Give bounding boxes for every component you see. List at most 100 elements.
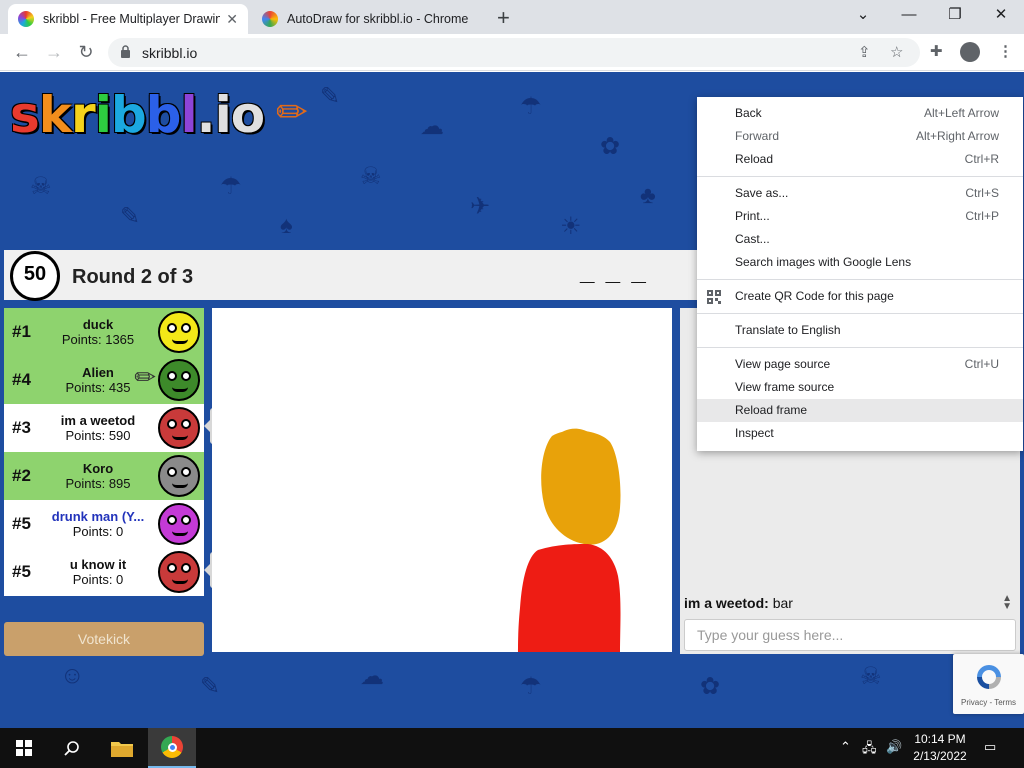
player-points: Points: 590: [65, 428, 131, 443]
doodle-icon: ☁: [360, 663, 384, 690]
logo-pencil-icon: ✏: [276, 92, 308, 134]
doodle-icon: ☂: [220, 173, 242, 200]
recaptcha-icon: [977, 665, 1001, 689]
menu-item-label: Create QR Code for this page: [735, 289, 894, 303]
menu-item-inspect[interactable]: Inspect: [697, 422, 1023, 445]
lock-icon: [121, 45, 130, 58]
reload-icon[interactable]: ↻: [74, 40, 98, 64]
doodle-icon: ☠: [360, 163, 382, 190]
search-icon: [64, 741, 79, 756]
menu-item-view-frame-source[interactable]: View frame source: [697, 376, 1023, 399]
doodle-icon: ☠: [30, 173, 52, 200]
restore-button[interactable]: ❐: [932, 3, 978, 27]
back-arrow-icon[interactable]: ←: [10, 40, 34, 64]
logo-letter: r: [71, 86, 96, 144]
player-list: #1 duck Points: 1365 #4 Alien Points: 43…: [4, 308, 204, 596]
share-icon[interactable]: ⇪: [858, 43, 871, 61]
notifications-icon[interactable]: ▭: [984, 739, 996, 755]
menu-item-translate[interactable]: Translate to English: [697, 319, 1023, 342]
bookmark-star-icon[interactable]: ☆: [890, 43, 903, 61]
close-window-button[interactable]: ✕: [978, 3, 1024, 27]
profile-avatar-icon[interactable]: [960, 42, 980, 62]
menu-item-forward[interactable]: Forward Alt+Right Arrow: [697, 125, 1023, 148]
forward-arrow-icon[interactable]: →: [42, 40, 66, 64]
menu-item-reload[interactable]: Reload Ctrl+R: [697, 148, 1023, 171]
menu-item-view-page-source[interactable]: View page source Ctrl+U: [697, 353, 1023, 376]
tab-search-chevron-icon[interactable]: ⌄: [840, 3, 886, 27]
taskbar-search-button[interactable]: [48, 728, 96, 768]
doodle-icon: ☂: [520, 673, 542, 700]
player-row[interactable]: #3 im a weetod Points: 590: [4, 404, 204, 452]
drawing-canvas[interactable]: [212, 308, 672, 652]
chat-sender: im a weetod:: [684, 595, 769, 611]
player-row[interactable]: #5 u know it Points: 0: [4, 548, 204, 596]
minimize-button[interactable]: —: [886, 3, 932, 27]
menu-item-label: Save as...: [735, 186, 789, 200]
doodle-icon: ✎: [320, 83, 341, 110]
menu-item-cast[interactable]: Cast...: [697, 228, 1023, 251]
new-tab-button[interactable]: +: [497, 5, 510, 31]
player-info: duck Points: 1365: [38, 317, 158, 347]
tab-title: AutoDraw for skribbl.io - Chrome: [287, 12, 469, 26]
player-row[interactable]: #2 Koro Points: 895: [4, 452, 204, 500]
skribbl-logo: skribbl.io: [10, 86, 265, 144]
extensions-puzzle-icon[interactable]: ✚: [930, 42, 943, 60]
tab-autodraw[interactable]: AutoDraw for skribbl.io - Chrome: [252, 4, 480, 34]
chat-scroll-arrows-icon[interactable]: ▲ ▼: [1002, 594, 1012, 612]
player-rank: #1: [12, 322, 31, 341]
volume-icon[interactable]: 🔊: [886, 739, 902, 755]
votekick-button[interactable]: Votekick: [4, 622, 204, 656]
menu-item-save-as[interactable]: Save as... Ctrl+S: [697, 182, 1023, 205]
round-indicator: Round 2 of 3: [72, 266, 194, 288]
menu-item-label: Reload frame: [735, 403, 808, 417]
player-avatar: [158, 359, 200, 401]
address-bar[interactable]: skribbl.io ⇪ ☆: [108, 38, 920, 67]
player-name: u know it: [69, 557, 127, 572]
player-info: drunk man (Y... Points: 0: [38, 509, 158, 539]
menu-separator: [697, 313, 1023, 314]
recaptcha-terms-link[interactable]: Privacy - Terms: [953, 698, 1024, 707]
menu-item-shortcut: Alt+Left Arrow: [923, 106, 999, 120]
show-hidden-icons-chevron-icon[interactable]: ⌃: [840, 739, 851, 755]
chrome-taskbar-button[interactable]: [148, 728, 196, 768]
menu-item-back[interactable]: Back Alt+Left Arrow: [697, 102, 1023, 125]
browser-tab-strip: skribbl - Free Multiplayer Drawin ✕ Auto…: [0, 0, 1024, 34]
tab-skribbl[interactable]: skribbl - Free Multiplayer Drawin ✕: [8, 4, 248, 34]
logo-letter: i: [214, 86, 232, 144]
close-tab-icon[interactable]: ✕: [226, 11, 238, 28]
logo-letter: b: [145, 86, 182, 144]
logo-letter: s: [10, 86, 40, 144]
menu-item-reload-frame[interactable]: Reload frame: [697, 399, 1023, 422]
player-rank: #5: [12, 514, 31, 533]
windows-logo-icon: [16, 740, 32, 756]
menu-item-label: Reload: [735, 152, 774, 166]
player-points: Points: 895: [65, 476, 131, 491]
player-avatar: [158, 407, 200, 449]
menu-item-label: View frame source: [735, 380, 835, 394]
player-row[interactable]: #1 duck Points: 1365: [4, 308, 204, 356]
player-avatar: [158, 311, 200, 353]
file-explorer-button[interactable]: [98, 728, 146, 768]
doodle-icon: ✿: [600, 133, 621, 160]
menu-separator: [697, 279, 1023, 280]
taskbar-clock[interactable]: 10:14 PM 2/13/2022: [908, 731, 972, 765]
url-text: skribbl.io: [142, 45, 198, 61]
network-icon[interactable]: 🖧: [862, 739, 877, 761]
timer-value: 50: [23, 263, 47, 285]
menu-item-label: Translate to English: [735, 323, 841, 337]
doodle-icon: ☁: [420, 113, 444, 140]
player-info: u know it Points: 0: [38, 557, 158, 587]
windows-start-button[interactable]: [0, 728, 48, 768]
word-hint: _ _ _: [580, 256, 648, 286]
guess-input[interactable]: [684, 619, 1016, 651]
logo-letter: b: [110, 86, 147, 144]
clock-date: 2/13/2022: [913, 749, 967, 763]
menu-item-qr-code[interactable]: Create QR Code for this page: [697, 285, 1023, 308]
chat-message: im a weetod: bar: [684, 595, 793, 611]
menu-item-print[interactable]: Print... Ctrl+P: [697, 205, 1023, 228]
player-row[interactable]: #5 drunk man (Y... Points: 0: [4, 500, 204, 548]
player-row[interactable]: #4 Alien Points: 435 ✏: [4, 356, 204, 404]
chrome-menu-icon[interactable]: ⋮: [998, 42, 1013, 60]
recaptcha-badge[interactable]: Privacy - Terms: [953, 654, 1024, 714]
menu-item-google-lens[interactable]: Search images with Google Lens: [697, 251, 1023, 274]
